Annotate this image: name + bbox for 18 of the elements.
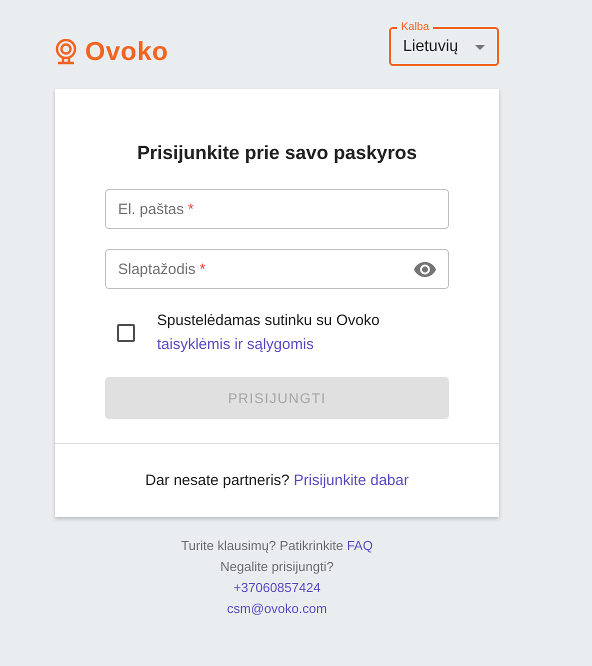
terms-text: Spustelėdamas sutinku su Ovoko taisyklėmis ir sąlygomis xyxy=(157,311,380,355)
checkbox[interactable] xyxy=(117,324,135,342)
input-field[interactable]: Slaptažodis * xyxy=(105,249,449,289)
help-text: Negalite prisijungti? xyxy=(220,558,334,576)
signup-text: Dar nesate partneris? Prisijunkite dabar xyxy=(145,472,409,489)
logo-text: Ovoko xyxy=(85,36,168,67)
input-field[interactable]: El. paštas * xyxy=(105,189,449,229)
faq-link[interactable]: FAQ xyxy=(346,538,373,553)
card-title: Prisijunkite prie savo paskyros xyxy=(136,143,418,165)
faq-text: Turite klausimų? Patikrinkite FAQ xyxy=(181,537,373,555)
email-link[interactable]: csm@ovoko.com xyxy=(227,598,327,619)
phone-link[interactable]: +37060857424 xyxy=(233,577,321,598)
language-select[interactable]: Kalba Lietuvių xyxy=(389,20,499,66)
logo-icon xyxy=(55,38,77,64)
signup-link[interactable]: Prisijunkite dabar xyxy=(294,472,409,489)
eye-icon[interactable] xyxy=(414,262,436,276)
terms-link[interactable]: taisyklėmis ir sąlygomis xyxy=(157,336,314,353)
caret-icon xyxy=(475,44,485,50)
